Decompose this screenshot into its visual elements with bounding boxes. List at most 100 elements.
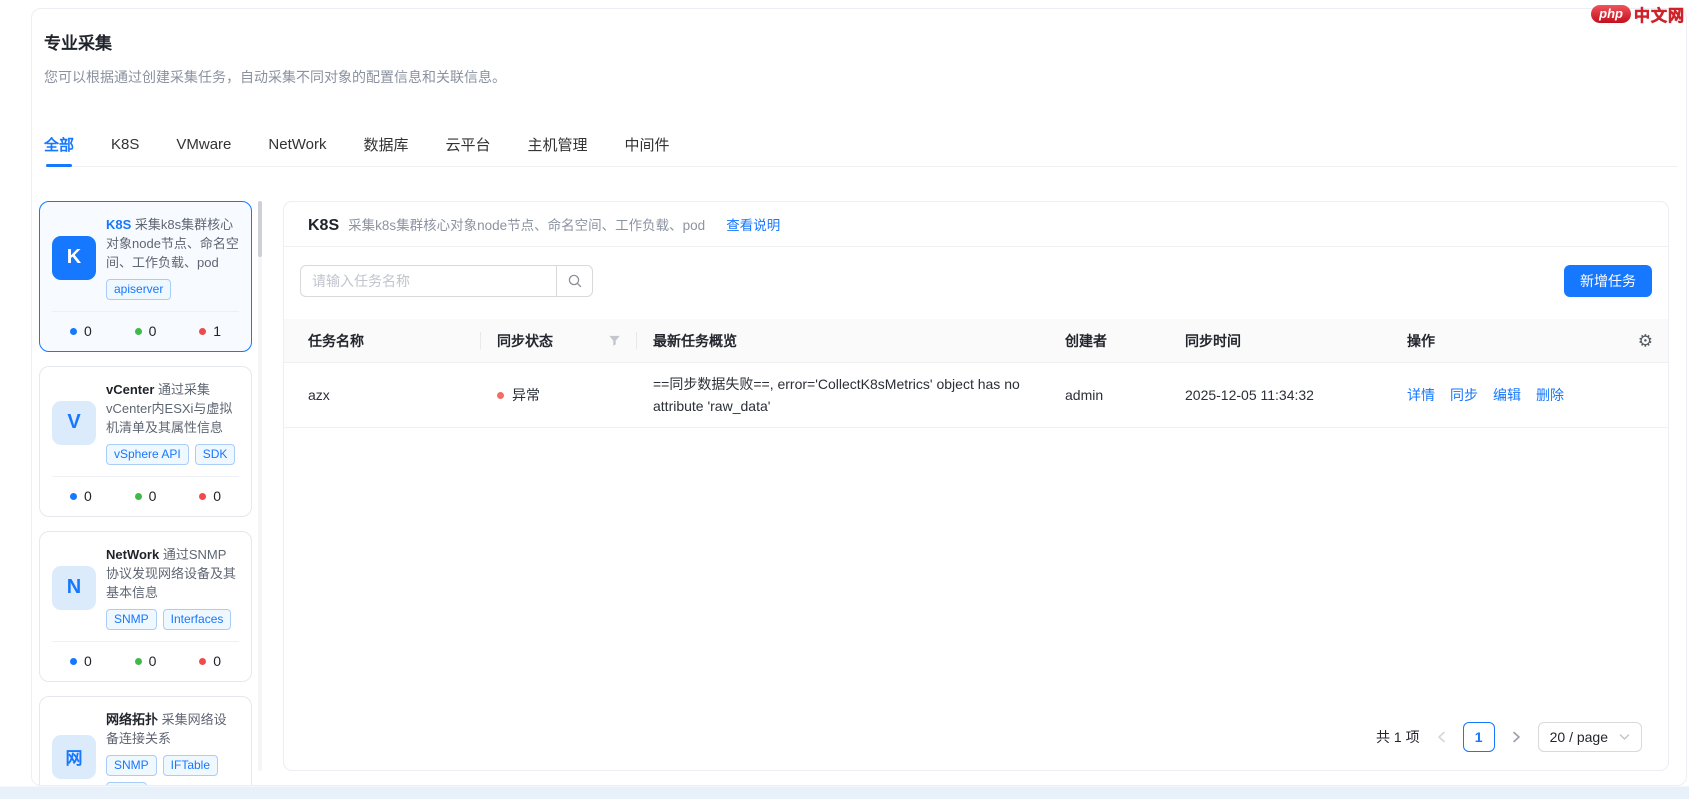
collector-card-stats: 0 0 0 bbox=[52, 641, 239, 669]
column-sync-status: 同步状态 bbox=[481, 319, 637, 362]
red-dot-icon bbox=[199, 492, 207, 500]
tag-snmp: SNMP bbox=[106, 609, 157, 630]
creator-cell: admin bbox=[1065, 387, 1104, 403]
tag-iftable: IFTable bbox=[162, 755, 219, 776]
site-watermark: php 中文网 bbox=[1591, 2, 1685, 26]
add-task-button[interactable]: 新增任务 bbox=[1564, 265, 1652, 297]
collector-card-stats: 0 0 0 bbox=[52, 476, 239, 504]
tab-database[interactable]: 数据库 bbox=[363, 123, 408, 166]
column-task-name: 任务名称 bbox=[284, 319, 481, 362]
pagination: 共 1 项 1 20 / page bbox=[284, 710, 1668, 770]
collector-card-text: vCenter 通过采集vCenter内ESXi与虚拟机清单及其属性信息 bbox=[106, 382, 233, 435]
overview-cell: ==同步数据失败==, error='CollectK8sMetrics' ob… bbox=[653, 376, 1020, 414]
page-subtitle: 您可以根据通过创建采集任务，自动采集不同对象的配置信息和关联信息。 bbox=[44, 69, 506, 85]
tab-vmware[interactable]: VMware bbox=[176, 123, 231, 166]
column-latest-overview: 最新任务概览 bbox=[653, 332, 737, 349]
tab-cloud[interactable]: 云平台 bbox=[445, 123, 490, 166]
panel-header: K8S 采集k8s集群核心对象node节点、命名空间、工作负载、pod 查看说明 bbox=[284, 202, 1668, 247]
collector-card-text: 网络拓扑 采集网络设备连接关系 bbox=[106, 712, 227, 746]
tab-middleware[interactable]: 中间件 bbox=[625, 123, 670, 166]
k8s-icon: K bbox=[52, 235, 96, 280]
tab-all[interactable]: 全部 bbox=[44, 123, 74, 167]
stat-error: 1 bbox=[199, 323, 221, 339]
red-dot-icon bbox=[199, 327, 207, 335]
panel-title: K8S bbox=[308, 217, 340, 234]
column-actions: 操作 ⚙ bbox=[1407, 331, 1653, 350]
sync-link[interactable]: 同步 bbox=[1450, 385, 1478, 405]
red-dot-icon bbox=[199, 657, 207, 665]
filter-icon[interactable] bbox=[608, 334, 621, 347]
chevron-left-icon bbox=[1437, 731, 1445, 743]
tab-host[interactable]: 主机管理 bbox=[528, 123, 588, 166]
chevron-right-icon bbox=[1512, 731, 1520, 743]
task-name-cell: azx bbox=[308, 387, 330, 403]
page-size-select[interactable]: 20 / page bbox=[1537, 722, 1642, 752]
page-1-button[interactable]: 1 bbox=[1462, 722, 1495, 752]
table-row: azx 异常 ==同步数据失败==, error='CollectK8sMetr… bbox=[284, 363, 1668, 428]
column-creator: 创建者 bbox=[1065, 332, 1107, 349]
page-bottom-band bbox=[0, 786, 1689, 799]
table-empty-space bbox=[284, 428, 1668, 710]
stat-success: 0 bbox=[134, 323, 156, 339]
actions-cell: 详情 同步 编辑 删除 bbox=[1391, 385, 1668, 405]
stat-info: 0 bbox=[70, 488, 92, 504]
php-logo-icon: php bbox=[1591, 5, 1631, 23]
stat-success: 0 bbox=[134, 488, 156, 504]
prev-page-button[interactable] bbox=[1437, 731, 1446, 743]
search-group bbox=[300, 265, 593, 297]
tag-sdk: SDK bbox=[194, 444, 236, 465]
sync-status-cell: 异常 bbox=[481, 385, 637, 405]
collector-card-stats: 0 0 1 bbox=[52, 311, 239, 339]
delete-link[interactable]: 删除 bbox=[1536, 385, 1564, 405]
tag-vsphere-api: vSphere API bbox=[106, 444, 189, 465]
collector-card-k8s[interactable]: K K8S 采集k8s集群核心对象node节点、命名空间、工作负载、pod ap… bbox=[39, 201, 252, 352]
sync-time-cell: 2025-12-05 11:34:32 bbox=[1185, 387, 1314, 403]
collector-card-text: NetWork 通过SNMP协议发现网络设备及其基本信息 bbox=[106, 547, 237, 600]
column-settings-gear-icon[interactable]: ⚙ bbox=[1638, 332, 1653, 349]
search-input[interactable] bbox=[300, 265, 556, 297]
tag-interfaces: Interfaces bbox=[162, 609, 232, 630]
panel-description: 采集k8s集群核心对象node节点、命名空间、工作负载、pod bbox=[348, 218, 706, 233]
task-toolbar: 新增任务 bbox=[284, 247, 1668, 319]
search-icon bbox=[568, 274, 581, 288]
stat-info: 0 bbox=[70, 323, 92, 339]
view-docs-link[interactable]: 查看说明 bbox=[726, 214, 780, 234]
page-container: 专业采集 您可以根据通过创建采集任务，自动采集不同对象的配置信息和关联信息。 全… bbox=[31, 8, 1687, 786]
tab-network[interactable]: NetWork bbox=[268, 123, 326, 166]
collector-card-topology[interactable]: 网 网络拓扑 采集网络设备连接关系 SNMP IFTable ARP bbox=[39, 696, 252, 785]
page-size-value: 20 / page bbox=[1549, 729, 1608, 745]
tab-k8s[interactable]: K8S bbox=[111, 123, 139, 166]
tag-snmp: SNMP bbox=[106, 755, 157, 776]
scrollbar-thumb[interactable] bbox=[258, 201, 262, 257]
category-tabs: 全部 K8S VMware NetWork 数据库 云平台 主机管理 中间件 bbox=[44, 123, 1678, 167]
collector-card-text: K8S 采集k8s集群核心对象node节点、命名空间、工作负载、pod bbox=[106, 217, 239, 270]
detail-link[interactable]: 详情 bbox=[1407, 385, 1435, 405]
next-page-button[interactable] bbox=[1512, 731, 1521, 743]
vcenter-icon: V bbox=[52, 400, 96, 445]
page-header: 专业采集 您可以根据通过创建采集任务，自动采集不同对象的配置信息和关联信息。 bbox=[44, 29, 1686, 87]
collector-list: K K8S 采集k8s集群核心对象node节点、命名空间、工作负载、pod ap… bbox=[39, 201, 252, 785]
green-dot-icon bbox=[134, 657, 142, 665]
total-count: 共 1 项 bbox=[1376, 729, 1420, 745]
chevron-down-icon bbox=[1619, 734, 1630, 740]
sidebar-scrollbar[interactable] bbox=[258, 201, 262, 771]
stat-info: 0 bbox=[70, 653, 92, 669]
stat-error: 0 bbox=[199, 488, 221, 504]
column-sync-time: 同步时间 bbox=[1185, 332, 1241, 349]
blue-dot-icon bbox=[70, 657, 77, 665]
edit-link[interactable]: 编辑 bbox=[1493, 385, 1521, 405]
blue-dot-icon bbox=[70, 327, 77, 335]
task-panel: K8S 采集k8s集群核心对象node节点、命名空间、工作负载、pod 查看说明… bbox=[283, 201, 1669, 771]
green-dot-icon bbox=[134, 492, 142, 500]
topology-icon: 网 bbox=[52, 734, 96, 779]
collector-card-network[interactable]: N NetWork 通过SNMP协议发现网络设备及其基本信息 SNMP Inte… bbox=[39, 531, 252, 682]
tag-arp: ARP bbox=[106, 782, 147, 785]
blue-dot-icon bbox=[70, 492, 77, 500]
content-area: K K8S 采集k8s集群核心对象node节点、命名空间、工作负载、pod ap… bbox=[32, 201, 1686, 785]
network-icon: N bbox=[52, 565, 96, 610]
search-button[interactable] bbox=[556, 265, 593, 297]
collector-card-vcenter[interactable]: V vCenter 通过采集vCenter内ESXi与虚拟机清单及其属性信息 v… bbox=[39, 366, 252, 517]
stat-success: 0 bbox=[134, 653, 156, 669]
page-title: 专业采集 bbox=[44, 34, 112, 53]
tag-apiserver: apiserver bbox=[106, 279, 172, 300]
